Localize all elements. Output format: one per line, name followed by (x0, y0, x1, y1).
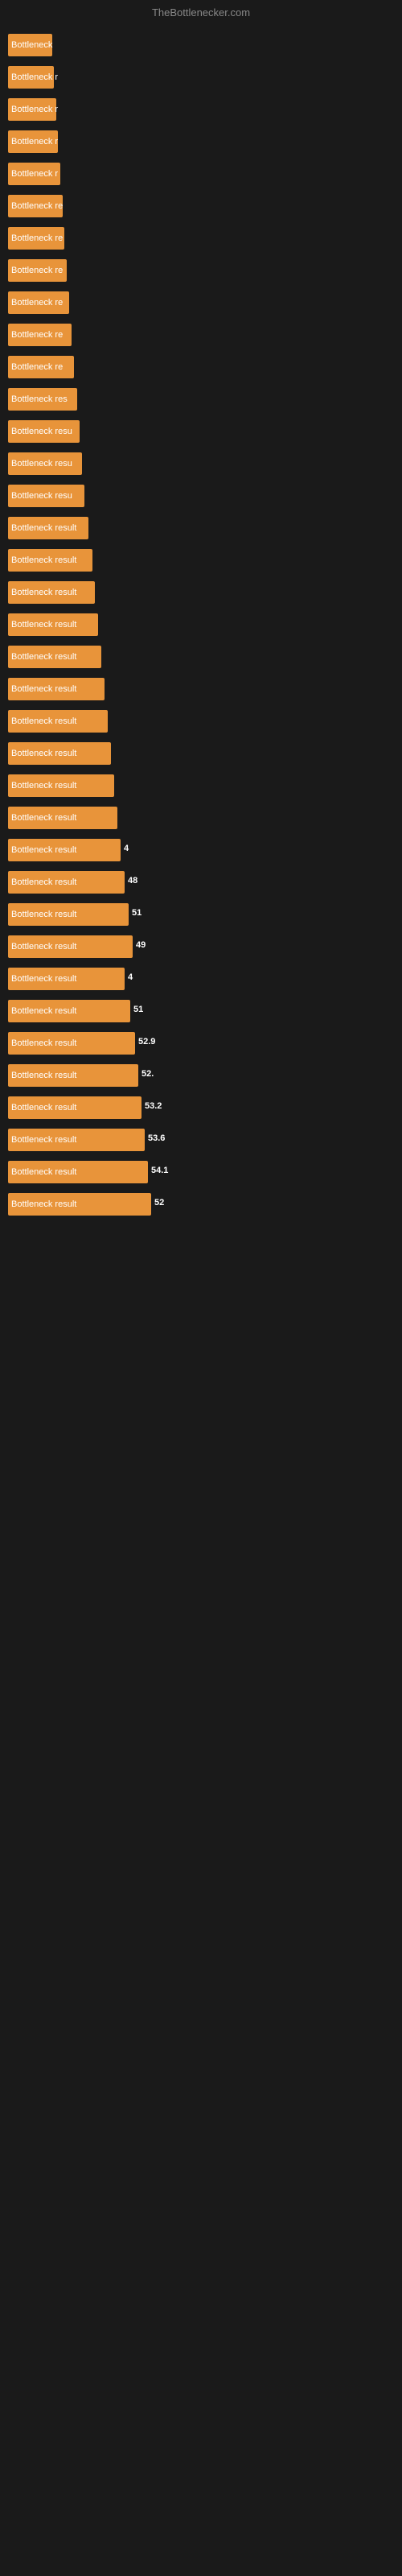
bar-row: Bottleneck r (8, 159, 394, 189)
bar-row: Bottleneck result 54.1 (8, 1157, 394, 1187)
page-header: TheBottlenecker.com (0, 0, 402, 22)
bar-label: Bottleneck re (8, 320, 63, 350)
bar-label: Bottleneck resu (8, 481, 72, 511)
bar-row: Bottleneck result (8, 770, 394, 801)
bar-value-outside: 48 (128, 876, 137, 886)
bar-label: Bottleneck re (8, 287, 63, 318)
bar-label: Bottleneck result (8, 803, 76, 833)
bar-row: Bottleneck result (8, 803, 394, 833)
bar-row: Bottleneck (8, 30, 394, 60)
bar-label: Bottleneck result (8, 706, 76, 737)
bar-label: Bottleneck result (8, 545, 76, 576)
site-title: TheBottlenecker.com (152, 6, 250, 19)
bar-label: Bottleneck re (8, 255, 63, 286)
chart-container: BottleneckBottleneck rBottleneck rBottle… (0, 22, 402, 1220)
bar-label: Bottleneck re (8, 352, 63, 382)
bar-row: Bottleneck re (8, 223, 394, 254)
bar-row: Bottleneck result 52 (8, 1189, 394, 1220)
bar-label: Bottleneck result (8, 1189, 76, 1220)
bar-label: Bottleneck r (8, 62, 58, 93)
bar-row: Bottleneck re (8, 320, 394, 350)
bar-row: Bottleneck resu (8, 481, 394, 511)
bar-label: Bottleneck result (8, 964, 76, 994)
bar-label: Bottleneck r (8, 159, 58, 189)
bar-label: Bottleneck result (8, 1125, 76, 1155)
bar-row: Bottleneck result (8, 513, 394, 543)
bar-row: Bottleneck result 4 (8, 835, 394, 865)
bar-label: Bottleneck r (8, 126, 58, 157)
bar-label: Bottleneck (8, 30, 52, 60)
bar-label: Bottleneck result (8, 1092, 76, 1123)
bar-label: Bottleneck resu (8, 416, 72, 447)
bar-label: Bottleneck result (8, 577, 76, 608)
bar-label: Bottleneck resu (8, 448, 72, 479)
bar-value-outside: 4 (124, 844, 129, 853)
bar-label: Bottleneck result (8, 1157, 76, 1187)
bar-label: Bottleneck result (8, 770, 76, 801)
bar-label: Bottleneck result (8, 867, 76, 898)
bar-row: Bottleneck result 51 (8, 899, 394, 930)
bar-row: Bottleneck result 48 (8, 867, 394, 898)
bar-row: Bottleneck resu (8, 448, 394, 479)
bar-row: Bottleneck r (8, 62, 394, 93)
bar-row: Bottleneck result (8, 706, 394, 737)
bar-label: Bottleneck r (8, 94, 58, 125)
bar-row: Bottleneck re (8, 352, 394, 382)
bar-label: Bottleneck result (8, 1028, 76, 1059)
bar-row: Bottleneck result 53.6 (8, 1125, 394, 1155)
bar-row: Bottleneck result 52.9 (8, 1028, 394, 1059)
bar-row: Bottleneck re (8, 191, 394, 221)
bar-row: Bottleneck result (8, 738, 394, 769)
bar-value-outside: 52.9 (138, 1037, 155, 1046)
bar-row: Bottleneck result 52. (8, 1060, 394, 1091)
bar-label: Bottleneck result (8, 609, 76, 640)
bar-value-outside: 52. (142, 1069, 154, 1079)
bar-row: Bottleneck result (8, 642, 394, 672)
bar-label: Bottleneck result (8, 996, 76, 1026)
bar-label: Bottleneck res (8, 384, 68, 415)
bar-row: Bottleneck result 4 (8, 964, 394, 994)
bar-row: Bottleneck result 49 (8, 931, 394, 962)
bar-value-outside: 49 (136, 940, 146, 950)
bar-label: Bottleneck re (8, 223, 63, 254)
bar-label: Bottleneck result (8, 1060, 76, 1091)
bar-label: Bottleneck result (8, 513, 76, 543)
bar-label: Bottleneck result (8, 899, 76, 930)
bar-label: Bottleneck re (8, 191, 63, 221)
bar-row: Bottleneck result (8, 674, 394, 704)
bar-label: Bottleneck result (8, 674, 76, 704)
bar-value-outside: 53.2 (145, 1101, 162, 1111)
bar-value-outside: 51 (132, 908, 142, 918)
bar-label: Bottleneck result (8, 642, 76, 672)
bar-row: Bottleneck result 53.2 (8, 1092, 394, 1123)
bar-row: Bottleneck r (8, 126, 394, 157)
bar-row: Bottleneck result (8, 577, 394, 608)
bar-label: Bottleneck result (8, 931, 76, 962)
bar-label: Bottleneck result (8, 835, 76, 865)
bar-value-outside: 4 (128, 972, 133, 982)
bar-row: Bottleneck result (8, 609, 394, 640)
bar-value-outside: 54.1 (151, 1166, 168, 1175)
bar-row: Bottleneck r (8, 94, 394, 125)
bar-row: Bottleneck re (8, 255, 394, 286)
bar-label: Bottleneck result (8, 738, 76, 769)
bar-value-outside: 53.6 (148, 1133, 165, 1143)
bar-value-outside: 51 (133, 1005, 143, 1014)
bar-row: Bottleneck res (8, 384, 394, 415)
bar-row: Bottleneck resu (8, 416, 394, 447)
bar-row: Bottleneck re (8, 287, 394, 318)
bar-value-outside: 52 (154, 1198, 164, 1208)
bar-row: Bottleneck result 51 (8, 996, 394, 1026)
bar-row: Bottleneck result (8, 545, 394, 576)
